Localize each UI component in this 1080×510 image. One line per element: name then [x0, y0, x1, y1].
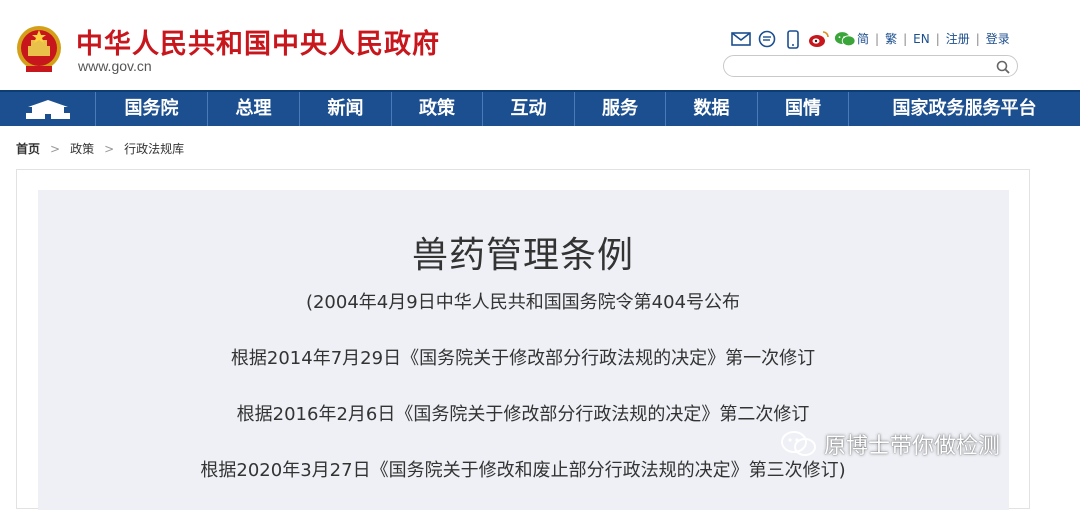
document-revision-line-1: 根据2014年7月29日《国务院关于修改部分行政法规的决定》第一次修订: [230, 348, 816, 369]
breadcrumb: 首页 > 政策 > 行政法规库: [16, 140, 184, 157]
mobile-icon[interactable]: [782, 29, 804, 49]
nav-item-services[interactable]: 服务: [574, 92, 665, 126]
site-title[interactable]: 中华人民共和国中央人民政府: [76, 22, 440, 61]
separator: |: [903, 31, 908, 46]
nav-item-premier[interactable]: 总理: [207, 92, 299, 126]
separator: |: [975, 31, 980, 46]
nav-item-national-conditions[interactable]: 国情: [757, 92, 848, 126]
nav-item-data[interactable]: 数据: [665, 92, 757, 126]
login-link[interactable]: 登录: [986, 30, 1010, 47]
nav-item-state-council[interactable]: 国务院: [95, 92, 207, 126]
simplified-chinese-link[interactable]: 简: [857, 30, 869, 47]
nav-item-government-service-platform[interactable]: 国家政务服务平台: [848, 92, 1080, 126]
traditional-chinese-link[interactable]: 繁: [885, 30, 897, 47]
language-account-links: 简 | 繁 | EN | 注册 | 登录: [857, 30, 1010, 47]
chevron-right-icon: >: [50, 141, 61, 156]
weibo-icon[interactable]: [808, 29, 830, 49]
site-url[interactable]: www.gov.cn: [78, 58, 152, 74]
chat-bubble-icon[interactable]: [756, 29, 778, 49]
national-emblem-icon[interactable]: [14, 22, 64, 76]
nav-item-interaction[interactable]: 互动: [482, 92, 574, 126]
search-box: [723, 55, 1018, 77]
nav-item-news[interactable]: 新闻: [299, 92, 391, 126]
breadcrumb-home[interactable]: 首页: [16, 140, 40, 157]
separator: |: [935, 31, 940, 46]
document-promulgation-line: (2004年4月9日中华人民共和国国务院令第404号公布: [305, 292, 741, 313]
watermark-text: 原博士带你做检测: [824, 434, 1001, 459]
search-icon[interactable]: [995, 59, 1011, 75]
chevron-right-icon: >: [104, 141, 115, 156]
register-link[interactable]: 注册: [946, 30, 970, 47]
wechat-icon[interactable]: [834, 29, 856, 49]
nav-item-policy[interactable]: 政策: [391, 92, 482, 126]
breadcrumb-policy[interactable]: 政策: [70, 140, 94, 157]
document-revision-line-2: 根据2016年2月6日《国务院关于修改部分行政法规的决定》第二次修订: [236, 404, 810, 425]
wechat-watermark-icon: [781, 431, 816, 456]
watermark: 原博士带你做检测: [780, 428, 1000, 460]
main-nav: 国务院 总理 新闻 政策 互动 服务 数据 国情 国家政务服务平台: [0, 90, 1080, 126]
site-header: 中华人民共和国中央人民政府 www.gov.cn 简 | 繁 | EN | 注册…: [0, 0, 1080, 90]
breadcrumb-regulations-library[interactable]: 行政法规库: [124, 140, 184, 157]
search-input[interactable]: [734, 58, 994, 74]
top-icon-bar: [730, 28, 860, 50]
separator: |: [875, 31, 880, 46]
english-link[interactable]: EN: [913, 32, 930, 46]
tiananmen-logo-icon[interactable]: [0, 92, 95, 126]
mail-icon[interactable]: [730, 29, 752, 49]
document-title: 兽药管理条例: [411, 235, 634, 276]
